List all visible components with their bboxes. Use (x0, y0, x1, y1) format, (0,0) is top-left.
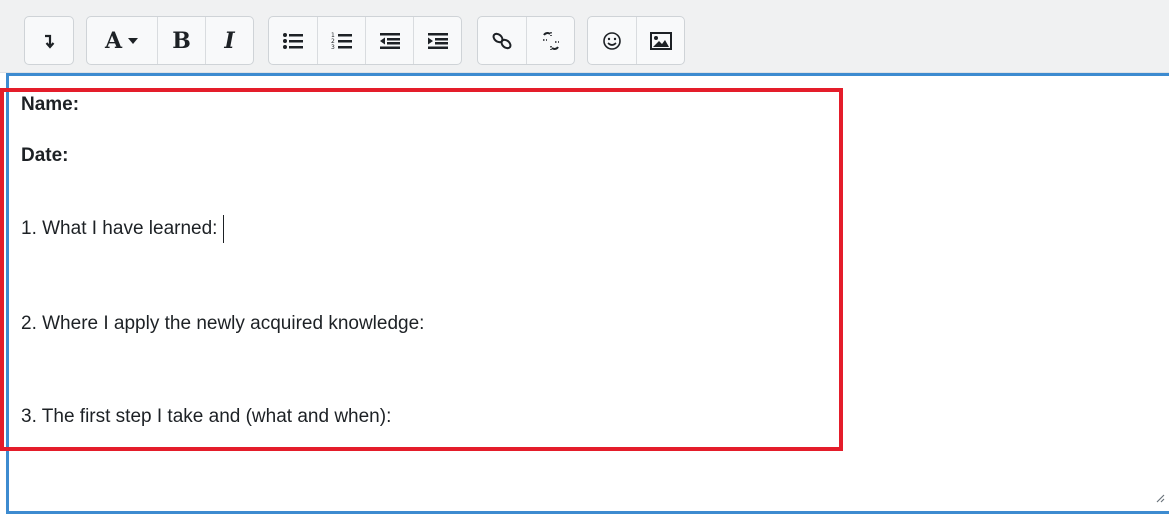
toolbar-group-format: A B I (86, 16, 254, 65)
editor-content[interactable]: Name: Date: 1. What I have learned: 2. W… (21, 94, 1169, 511)
chevron-down-icon (128, 37, 139, 44)
indent-icon (427, 32, 448, 49)
image-icon (649, 31, 672, 50)
indent-button[interactable] (413, 17, 461, 64)
text-cursor (223, 215, 225, 243)
italic-icon: I (224, 27, 235, 54)
question-1-line: 1. What I have learned: (21, 215, 225, 243)
italic-button[interactable]: I (205, 17, 253, 64)
text-editor-area[interactable]: Name: Date: 1. What I have learned: 2. W… (6, 73, 1169, 514)
toolbar-group-links (477, 16, 575, 65)
link-button[interactable] (478, 17, 526, 64)
question-3-line: 3. The first step I take and (what and w… (21, 406, 392, 427)
image-button[interactable] (636, 17, 684, 64)
collapse-toolbar-button[interactable] (25, 17, 73, 64)
emoticon-button[interactable] (588, 17, 636, 64)
date-line: Date: (21, 145, 69, 166)
paragraph-style-button[interactable]: A (87, 17, 157, 64)
bold-icon: B (172, 27, 191, 54)
question-2-line: 2. Where I apply the newly acquired know… (21, 313, 425, 334)
ordered-list-icon: 1 2 3 (331, 32, 352, 51)
paragraph-style-icon: A (104, 27, 123, 54)
editor-toolbar: A B I 1 2 3 (0, 0, 1169, 73)
unlink-button[interactable] (526, 17, 574, 64)
toolbar-group-insert (587, 16, 685, 65)
bold-button[interactable]: B (157, 17, 205, 64)
resize-handle-icon[interactable] (1155, 493, 1165, 503)
toolbar-group-lists: 1 2 3 (268, 16, 462, 65)
collapse-toolbar-icon (45, 34, 55, 49)
name-line: Name: (21, 94, 80, 115)
question-1-text: 1. What I have learned: (21, 218, 218, 240)
link-icon (492, 32, 512, 49)
emoticon-icon (603, 31, 621, 50)
svg-text:3: 3 (331, 44, 335, 51)
outdent-button[interactable] (365, 17, 413, 64)
toolbar-group-toggle (24, 16, 74, 65)
ordered-list-button[interactable]: 1 2 3 (317, 17, 365, 64)
unordered-list-icon (283, 32, 303, 49)
unordered-list-button[interactable] (269, 17, 317, 64)
outdent-icon (379, 32, 400, 49)
unlink-icon (542, 31, 559, 50)
